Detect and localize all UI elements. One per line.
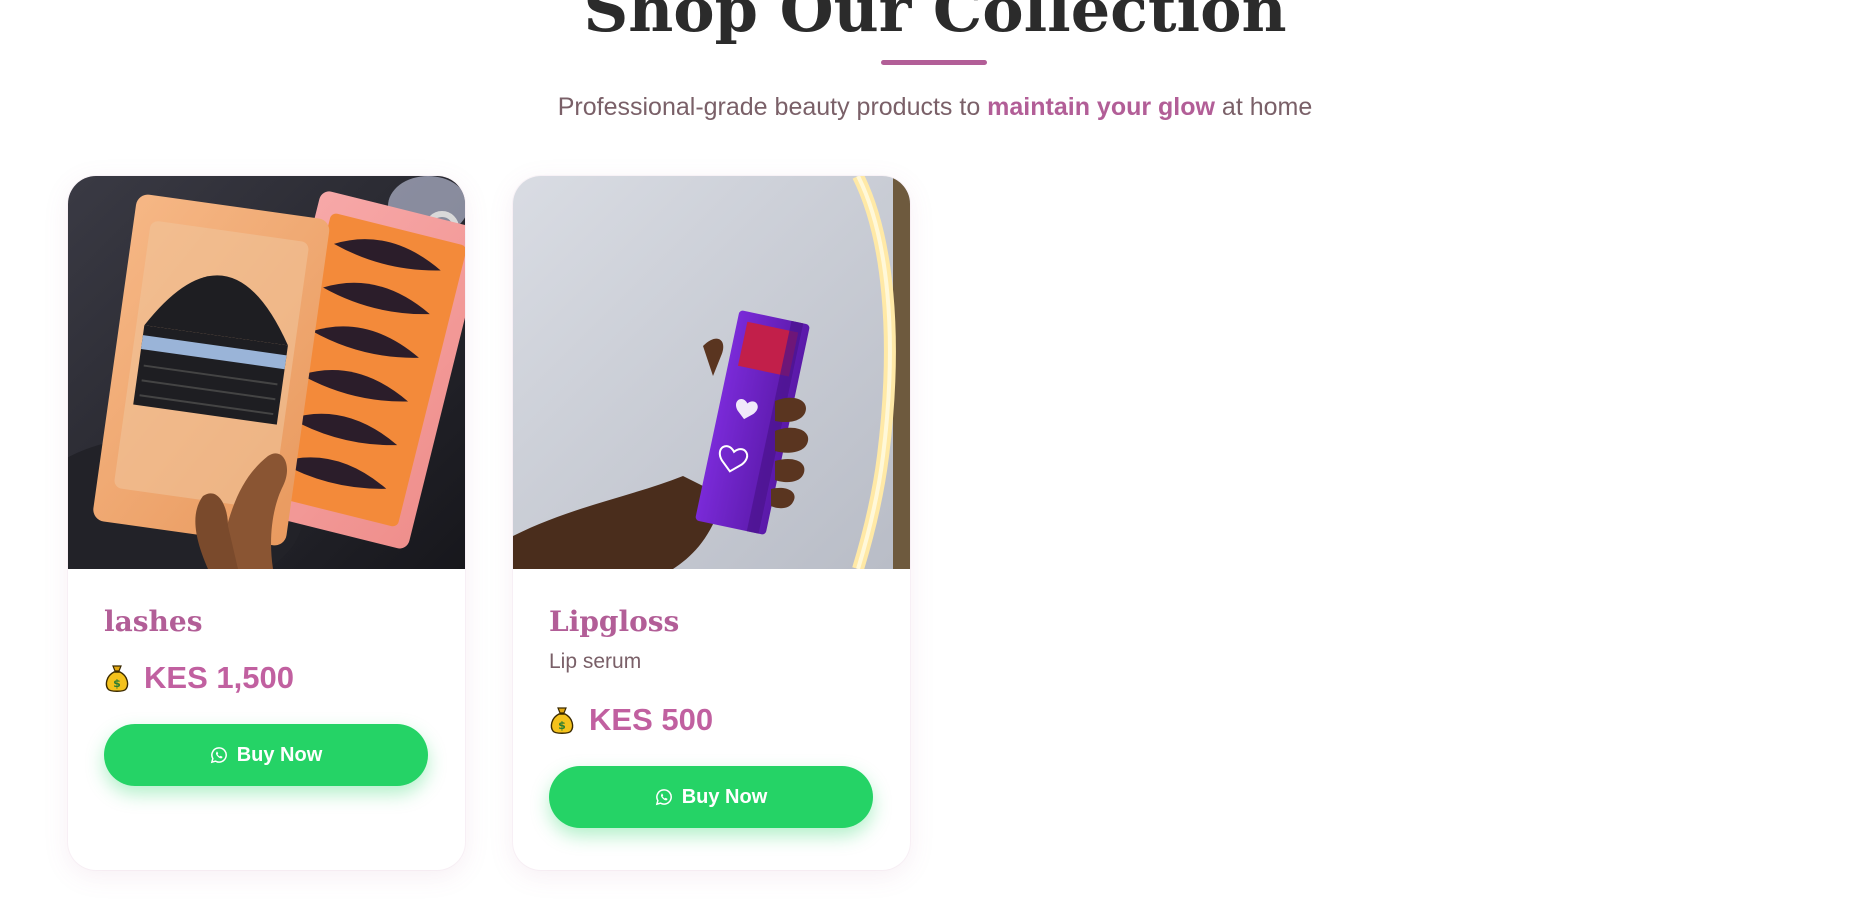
product-image-lipgloss[interactable] — [513, 176, 910, 569]
svg-text:$: $ — [113, 677, 121, 690]
title-underline — [881, 60, 987, 65]
section-title: Shop Our Collection — [583, 0, 1287, 46]
price-row: $ KES 500 — [549, 698, 874, 742]
product-image-lashes[interactable] — [68, 176, 465, 569]
money-bag-icon: $ — [550, 707, 574, 734]
whatsapp-icon — [210, 747, 227, 764]
product-name[interactable]: Lipgloss — [549, 602, 874, 642]
buy-now-button[interactable]: Buy Now — [104, 724, 428, 786]
product-card: lashes $ KES 1,500 Buy Now — [68, 176, 465, 870]
whatsapp-icon — [655, 789, 672, 806]
money-bag-icon: $ — [105, 665, 129, 692]
product-info: Lipgloss Lip serum $ KES 500 Buy Now — [549, 602, 874, 828]
product-info: lashes $ KES 1,500 Buy Now — [104, 602, 429, 786]
buy-now-button[interactable]: Buy Now — [549, 766, 873, 828]
svg-text:$: $ — [558, 719, 566, 732]
buy-now-label: Buy Now — [681, 785, 768, 808]
product-card: Lipgloss Lip serum $ KES 500 Buy Now — [513, 176, 910, 870]
shop-collection-section: Shop Our Collection Professional-grade b… — [0, 0, 1870, 901]
product-description: Lip serum — [549, 650, 642, 673]
section-subtitle: Professional-grade beauty products to ma… — [0, 91, 1870, 123]
price-row: $ KES 1,500 — [104, 656, 429, 700]
product-price: KES 500 — [589, 702, 714, 737]
subtitle-text: Professional-grade beauty products to — [557, 93, 988, 121]
product-price: KES 1,500 — [144, 660, 294, 695]
buy-now-label: Buy Now — [236, 743, 323, 766]
subtitle-text-end: at home — [1214, 93, 1313, 121]
subtitle-highlight: maintain your glow — [987, 93, 1215, 121]
product-name[interactable]: lashes — [104, 602, 429, 642]
